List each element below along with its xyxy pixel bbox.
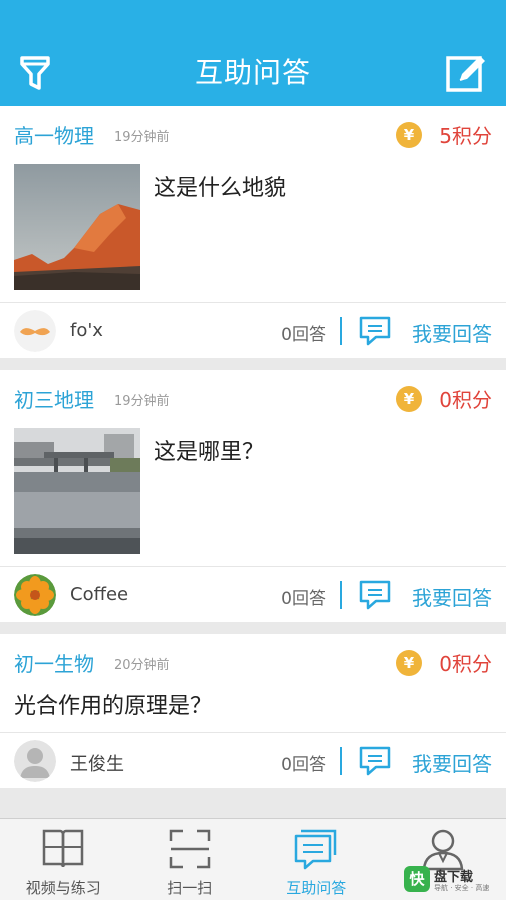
- subject-label[interactable]: 初一生物: [14, 648, 94, 677]
- answer-button[interactable]: 我要回答: [412, 318, 492, 347]
- card-body[interactable]: 这是哪里？: [0, 424, 506, 566]
- page-title: 互助问答: [194, 56, 311, 89]
- watermark-logo: 快 盘下载 导航 · 安全 · 高速: [404, 864, 500, 896]
- tab-label: 互助问答: [286, 879, 347, 897]
- flower-avatar[interactable]: [14, 574, 56, 616]
- mustache-avatar[interactable]: [14, 310, 56, 352]
- question-text[interactable]: 光合作用的原理是？: [14, 688, 212, 720]
- question-card[interactable]: 初一生物 20分钟前 ¥ 0积分 光合作用的原理是？ 王俊生 0回答 我要回答: [0, 634, 506, 788]
- timestamp: 20分钟前: [114, 658, 170, 673]
- question-image[interactable]: [14, 428, 140, 554]
- tab-label: 视频与练习: [25, 879, 101, 897]
- card-header: 高一物理 19分钟前 ¥ 5积分: [0, 106, 506, 160]
- username[interactable]: Coffee: [70, 584, 128, 605]
- watermark-badge: 快: [404, 866, 430, 892]
- app-bar: 互助问答: [0, 40, 506, 106]
- username[interactable]: 王俊生: [70, 750, 124, 776]
- reply-icon[interactable]: [358, 315, 392, 347]
- answer-count: 0回答: [281, 755, 326, 775]
- points-value: 0积分: [439, 388, 492, 412]
- coin-icon: ¥: [396, 386, 422, 412]
- coin-icon: ¥: [396, 122, 422, 148]
- tab-label: 扫一扫: [167, 879, 213, 897]
- card-footer: 王俊生 0回答 我要回答: [0, 732, 506, 788]
- tab-qa[interactable]: 互助问答: [253, 819, 380, 900]
- answer-button[interactable]: 我要回答: [412, 748, 492, 777]
- answer-count: 0回答: [281, 325, 326, 345]
- scan-icon: [167, 827, 213, 871]
- tab-scan[interactable]: 扫一扫: [127, 819, 254, 900]
- username[interactable]: fo'x: [70, 320, 103, 341]
- divider: [340, 581, 342, 609]
- tab-videos[interactable]: 视频与练习: [0, 819, 127, 900]
- card-header: 初一生物 20分钟前 ¥ 0积分: [0, 634, 506, 688]
- answer-button[interactable]: 我要回答: [412, 582, 492, 611]
- card-body[interactable]: 光合作用的原理是？: [0, 688, 506, 732]
- card-footer: Coffee 0回答 我要回答: [0, 566, 506, 622]
- points-value: 0积分: [439, 652, 492, 676]
- question-text[interactable]: 这是哪里？: [154, 434, 264, 466]
- status-bar: [0, 0, 506, 40]
- question-image[interactable]: [14, 164, 140, 290]
- chat-icon: [293, 827, 339, 871]
- timestamp: 19分钟前: [114, 394, 170, 409]
- book-icon: [40, 827, 86, 871]
- question-card[interactable]: 高一物理 19分钟前 ¥ 5积分 这是什么地貌 fo'x 0回答 我要回答: [0, 106, 506, 358]
- divider: [340, 747, 342, 775]
- card-header: 初三地理 19分钟前 ¥ 0积分: [0, 370, 506, 424]
- card-body[interactable]: 这是什么地貌: [0, 160, 506, 302]
- question-card[interactable]: 初三地理 19分钟前 ¥ 0积分 这是哪里？ Coffee 0回答 我要回答: [0, 370, 506, 622]
- subject-label[interactable]: 初三地理: [14, 384, 94, 413]
- question-text[interactable]: 这是什么地貌: [154, 170, 286, 202]
- subject-label[interactable]: 高一物理: [14, 120, 94, 149]
- compose-icon[interactable]: [444, 52, 488, 94]
- timestamp: 19分钟前: [114, 130, 170, 145]
- coin-icon: ¥: [396, 650, 422, 676]
- points-value: 5积分: [439, 124, 492, 148]
- answer-count: 0回答: [281, 589, 326, 609]
- default-person-avatar[interactable]: [14, 740, 56, 782]
- reply-icon[interactable]: [358, 579, 392, 611]
- card-footer: fo'x 0回答 我要回答: [0, 302, 506, 358]
- watermark-subtext: 导航 · 安全 · 高速: [434, 884, 490, 892]
- reply-icon[interactable]: [358, 745, 392, 777]
- question-feed[interactable]: 高一物理 19分钟前 ¥ 5积分 这是什么地貌 fo'x 0回答 我要回答 初三…: [0, 106, 506, 818]
- divider: [340, 317, 342, 345]
